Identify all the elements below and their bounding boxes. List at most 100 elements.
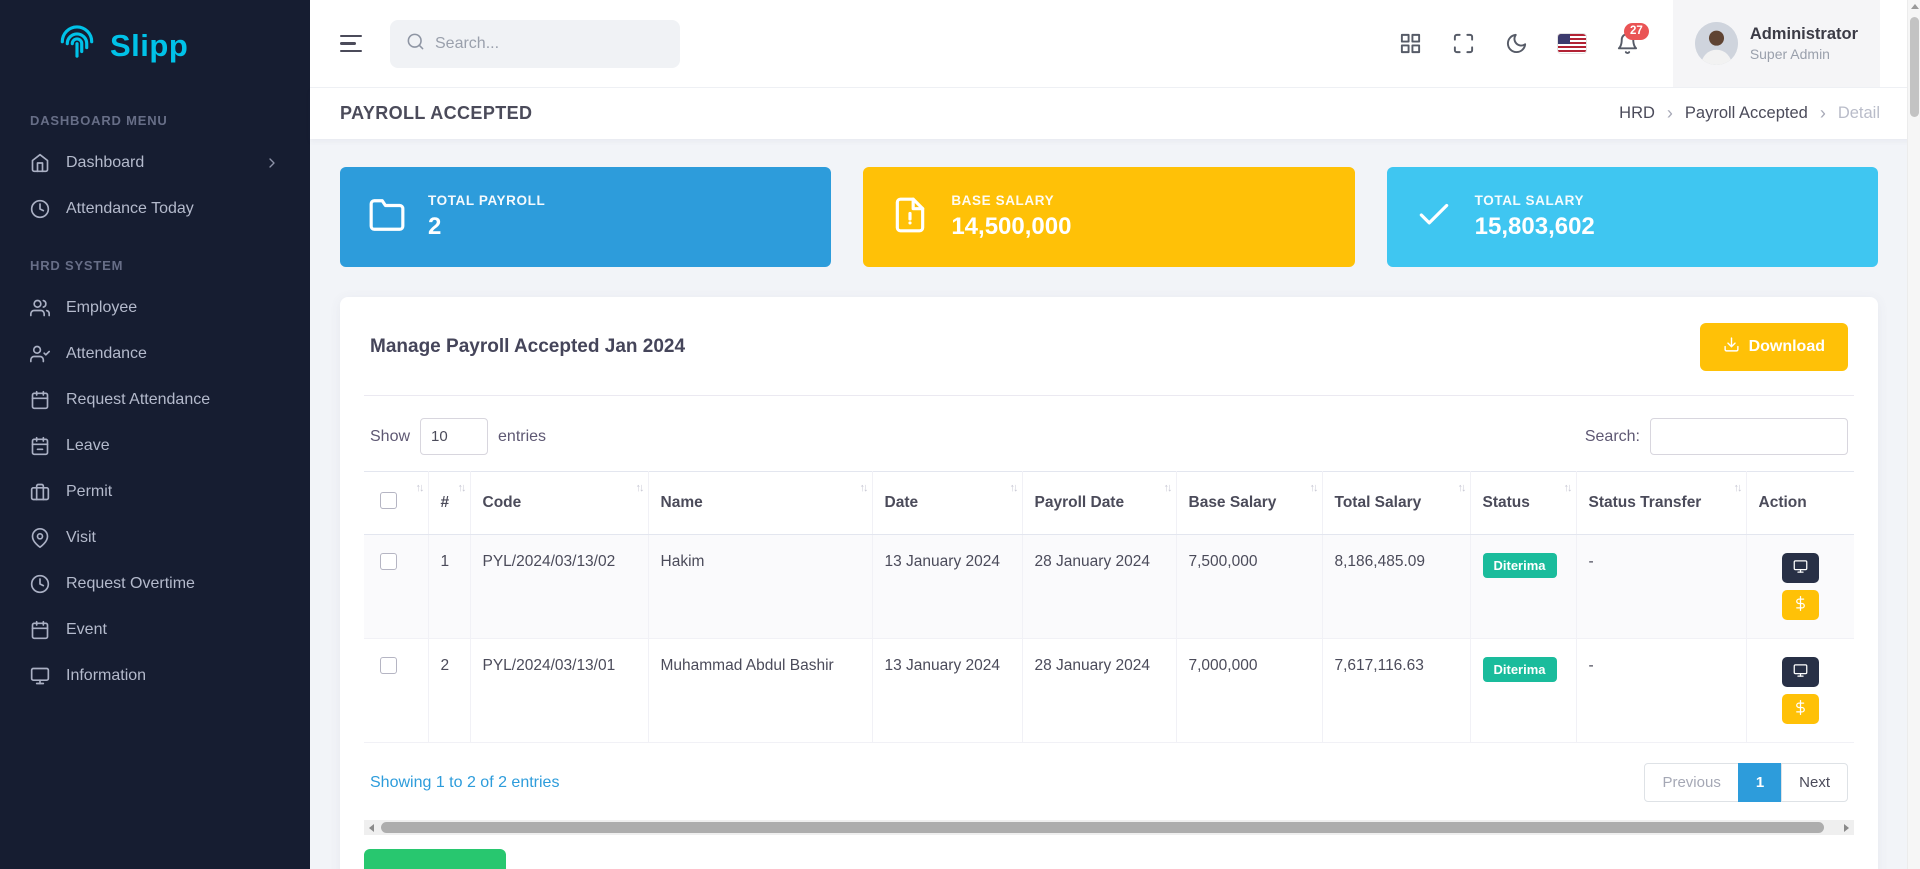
sidebar-section-dashboard-menu: DASHBOARD MENU [0, 87, 310, 140]
salary-money-button[interactable] [1782, 590, 1819, 620]
entries-select[interactable]: 10 [420, 418, 488, 455]
salary-money-button[interactable] [1782, 694, 1819, 724]
header-action: Action [1746, 472, 1854, 535]
header-num[interactable]: # [428, 472, 470, 535]
cell-code: PYL/2024/03/13/01 [470, 639, 648, 743]
header-status-transfer[interactable]: Status Transfer [1576, 472, 1746, 535]
table-header-row: # Code Name Date Payroll Date Base Salar… [364, 472, 1854, 535]
vertical-scrollbar[interactable] [1907, 0, 1920, 869]
header-payroll-date[interactable]: Payroll Date [1022, 472, 1176, 535]
cell-total-salary: 7,617,116.63 [1322, 639, 1470, 743]
horizontal-scrollbar-thumb[interactable] [381, 822, 1824, 833]
pagination-previous-button[interactable]: Previous [1644, 763, 1738, 802]
scroll-right-icon[interactable] [1839, 820, 1854, 835]
pagination-page-1-button[interactable]: 1 [1738, 763, 1782, 802]
view-detail-button[interactable] [1782, 553, 1819, 583]
global-search-input[interactable] [435, 35, 664, 53]
sidebar-item-information[interactable]: Information [0, 653, 310, 699]
row-checkbox[interactable] [380, 657, 397, 674]
view-detail-button[interactable] [1782, 657, 1819, 687]
page-title: PAYROLL ACCEPTED [340, 103, 532, 124]
info-icon [30, 666, 50, 686]
sidebar-item-label: Employee [66, 299, 137, 317]
calendar-icon [30, 620, 50, 640]
select-all-checkbox[interactable] [380, 492, 397, 509]
chevron-right-icon: › [1667, 103, 1673, 124]
check-icon [1415, 196, 1453, 239]
sidebar-item-label: Information [66, 667, 146, 685]
sidebar: Slipp DASHBOARD MENU Dashboard Attendanc… [0, 0, 310, 869]
horizontal-scrollbar[interactable] [364, 820, 1854, 835]
sidebar-item-visit[interactable]: Visit [0, 515, 310, 561]
table-row: 2 PYL/2024/03/13/01 Muhammad Abdul Bashi… [364, 639, 1854, 743]
sidebar-item-dashboard[interactable]: Dashboard [0, 140, 310, 186]
cell-num: 2 [428, 639, 470, 743]
sidebar-item-permit[interactable]: Permit [0, 469, 310, 515]
download-label: Download [1749, 338, 1825, 356]
breadcrumb-payroll-accepted[interactable]: Payroll Accepted [1685, 104, 1808, 123]
sidebar-item-request-attendance[interactable]: Request Attendance [0, 377, 310, 423]
breadcrumb-hrd[interactable]: HRD [1619, 104, 1655, 123]
stat-label: TOTAL SALARY [1475, 193, 1595, 208]
page-header: PAYROLL ACCEPTED HRD › Payroll Accepted … [310, 88, 1920, 139]
stat-cards: TOTAL PAYROLL 2 BASE SALARY 14,500,000 T… [340, 167, 1878, 267]
fullscreen-icon[interactable] [1452, 32, 1475, 55]
cell-total-salary: 8,186,485.09 [1322, 535, 1470, 639]
sidebar-item-employee[interactable]: Employee [0, 285, 310, 331]
bottom-action-button[interactable] [364, 849, 506, 869]
header-code[interactable]: Code [470, 472, 648, 535]
table-search-input[interactable] [1650, 418, 1848, 455]
menu-toggle-icon[interactable] [340, 35, 364, 53]
sidebar-item-attendance-today[interactable]: Attendance Today [0, 186, 310, 232]
chevron-right-icon [264, 155, 280, 171]
sidebar-item-label: Dashboard [66, 154, 144, 172]
cell-num: 1 [428, 535, 470, 639]
sidebar-item-request-overtime[interactable]: Request Overtime [0, 561, 310, 607]
vertical-scrollbar-thumb[interactable] [1910, 17, 1919, 117]
panel-title: Manage Payroll Accepted Jan 2024 [370, 336, 685, 358]
topbar: 27 Administrator Super Admin [310, 0, 1920, 88]
app-logo[interactable]: Slipp [0, 0, 310, 87]
breadcrumb: HRD › Payroll Accepted › Detail [1619, 103, 1880, 124]
stat-label: TOTAL PAYROLL [428, 193, 545, 208]
header-base-salary[interactable]: Base Salary [1176, 472, 1322, 535]
pagination-next-button[interactable]: Next [1781, 763, 1848, 802]
sidebar-item-leave[interactable]: Leave [0, 423, 310, 469]
money-icon [1793, 700, 1808, 718]
users-icon [30, 298, 50, 318]
download-button[interactable]: Download [1700, 323, 1848, 371]
entries-label: entries [498, 428, 546, 446]
sidebar-item-label: Attendance Today [66, 200, 194, 218]
language-flag-us-icon[interactable] [1558, 34, 1586, 53]
sidebar-item-label: Request Attendance [66, 391, 210, 409]
header-date[interactable]: Date [872, 472, 1022, 535]
folder-icon [368, 196, 406, 239]
clock-icon [30, 199, 50, 219]
cell-base-salary: 7,000,000 [1176, 639, 1322, 743]
search-icon [406, 32, 425, 56]
cell-date: 13 January 2024 [872, 639, 1022, 743]
cell-payroll-date: 28 January 2024 [1022, 639, 1176, 743]
sidebar-section-hrd-system: HRD SYSTEM [0, 232, 310, 285]
header-status[interactable]: Status [1470, 472, 1576, 535]
dark-mode-moon-icon[interactable] [1505, 32, 1528, 55]
user-check-icon [30, 344, 50, 364]
notifications-bell-icon[interactable]: 27 [1616, 32, 1639, 55]
user-menu[interactable]: Administrator Super Admin [1673, 0, 1880, 87]
scroll-left-icon[interactable] [364, 820, 379, 835]
chevron-right-icon: › [1820, 103, 1826, 124]
table-search-label: Search: [1585, 428, 1640, 446]
header-total-salary[interactable]: Total Salary [1322, 472, 1470, 535]
stat-card-total-salary: TOTAL SALARY 15,803,602 [1387, 167, 1878, 267]
sidebar-item-event[interactable]: Event [0, 607, 310, 653]
row-checkbox[interactable] [380, 553, 397, 570]
money-icon [1793, 596, 1808, 614]
header-name[interactable]: Name [648, 472, 872, 535]
sidebar-item-label: Attendance [66, 345, 147, 363]
download-icon [1723, 336, 1740, 358]
scroll-up-icon[interactable] [1911, 4, 1919, 9]
app-name: Slipp [110, 28, 188, 64]
sidebar-item-attendance[interactable]: Attendance [0, 331, 310, 377]
header-select-all[interactable] [364, 472, 428, 535]
apps-grid-icon[interactable] [1399, 32, 1422, 55]
